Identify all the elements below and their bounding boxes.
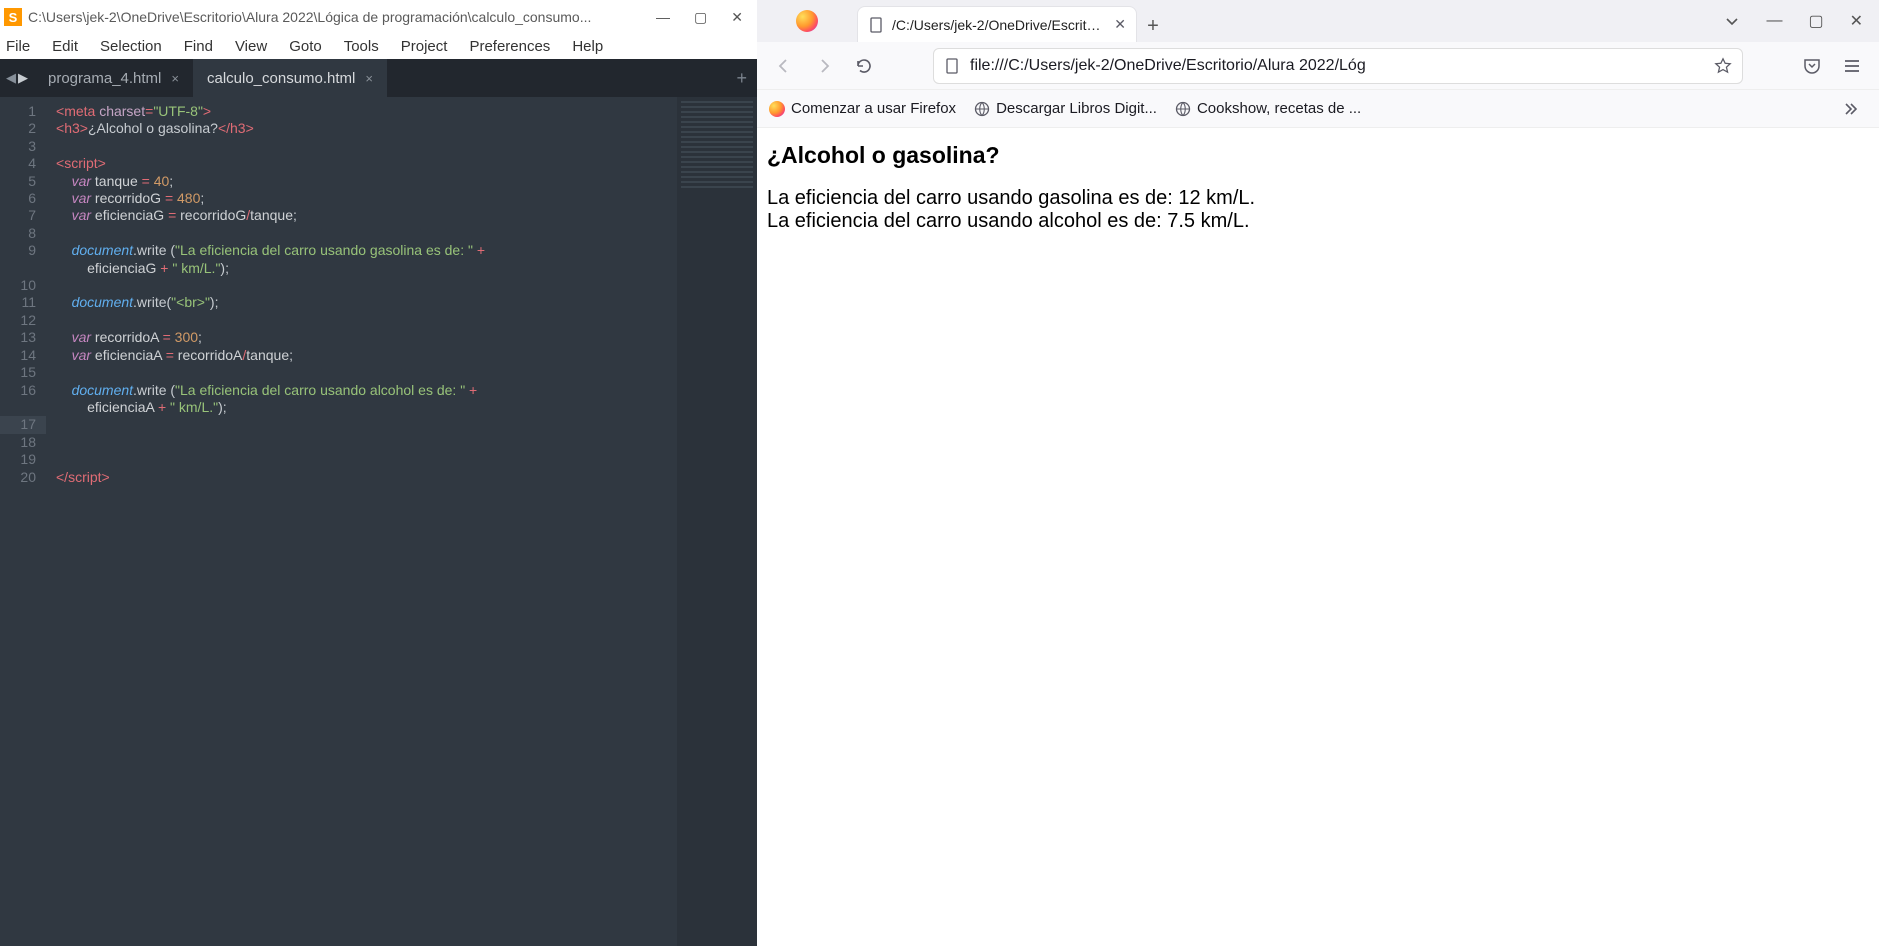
close-icon[interactable]: ✕ [731,9,743,26]
code-content[interactable]: <meta charset="UTF-8"><h3>¿Alcohol o gas… [46,97,677,946]
tab-title: /C:/Users/jek-2/OneDrive/Escritorio [892,17,1106,33]
page-heading: ¿Alcohol o gasolina? [767,142,1869,169]
firefox-tabstrip: /C:/Users/jek-2/OneDrive/Escritorio ✕ + … [757,0,1879,42]
new-tab-button[interactable]: + [1137,10,1169,42]
back-button[interactable] [767,49,801,83]
tab-close-icon[interactable]: ✕ [1114,16,1126,33]
bookmark-star-icon[interactable] [1714,57,1732,75]
firefox-logo-icon [796,10,818,32]
bookmark-label: Descargar Libros Digit... [996,100,1157,117]
reload-button[interactable] [847,49,881,83]
bookmark-item[interactable]: Descargar Libros Digit... [974,100,1157,117]
maximize-icon[interactable]: ▢ [1808,11,1823,31]
menu-item[interactable]: Selection [100,38,162,55]
tab-close-icon[interactable]: × [365,71,373,86]
forward-button[interactable] [807,49,841,83]
file-icon [868,17,884,33]
menu-item[interactable]: Edit [52,38,78,55]
menu-item[interactable]: Project [401,38,448,55]
browser-tab[interactable]: /C:/Users/jek-2/OneDrive/Escritorio ✕ [857,6,1137,42]
editor-tab[interactable]: programa_4.html × [34,59,193,97]
sublime-menu-bar: File Edit Selection Find View Goto Tools Projec… [0,34,757,59]
close-icon[interactable]: ✕ [1850,11,1863,31]
line-gutter: 123456789 10111213141516 17181920 [0,97,46,946]
new-tab-button[interactable]: + [726,68,757,89]
bookmark-label: Comenzar a usar Firefox [791,100,956,117]
bookmark-item[interactable]: Cookshow, recetas de ... [1175,100,1361,117]
tab-close-icon[interactable]: × [171,71,179,86]
sublime-titlebar: S C:\Users\jek-2\OneDrive\Escritorio\Alu… [0,0,757,34]
pocket-button[interactable] [1795,49,1829,83]
sublime-logo-icon: S [4,8,22,26]
bookmarks-bar: Comenzar a usar Firefox Descargar Libros… [757,90,1879,128]
minimap[interactable] [677,97,757,946]
globe-icon [974,101,990,117]
file-icon [944,58,960,74]
menu-item[interactable]: File [6,38,30,55]
menu-item[interactable]: Preferences [469,38,550,55]
sublime-title-path: C:\Users\jek-2\OneDrive\Escritorio\Alura… [28,9,650,25]
tab-nav-arrows[interactable]: ◀▶ [0,70,34,86]
window-controls: — ▢ ✕ [656,9,753,26]
firefox-toolbar: file:///C:/Users/jek-2/OneDrive/Escritor… [757,42,1879,90]
editor-tab[interactable]: calculo_consumo.html × [193,59,387,97]
tab-label: calculo_consumo.html [207,70,355,87]
page-content: ¿Alcohol o gasolina? La eficiencia del c… [757,128,1879,946]
bookmarks-overflow-icon[interactable] [1833,92,1867,126]
menu-item[interactable]: View [235,38,267,55]
menu-item[interactable]: Find [184,38,213,55]
menu-item[interactable]: Help [572,38,603,55]
menu-item[interactable]: Tools [344,38,379,55]
url-text: file:///C:/Users/jek-2/OneDrive/Escritor… [970,57,1704,75]
editor-area[interactable]: 123456789 10111213141516 17181920 <meta … [0,97,757,946]
minimize-icon[interactable]: — [656,9,670,26]
tab-label: programa_4.html [48,70,161,87]
firefox-window: /C:/Users/jek-2/OneDrive/Escritorio ✕ + … [757,0,1879,946]
firefox-icon [769,101,785,117]
sublime-tab-bar: ◀▶ programa_4.html × calculo_consumo.html ×… [0,59,757,97]
menu-button[interactable] [1835,49,1869,83]
maximize-icon[interactable]: ▢ [694,9,707,26]
minimize-icon[interactable]: — [1766,12,1782,30]
globe-icon [1175,101,1191,117]
menu-item[interactable]: Goto [289,38,322,55]
output-line: La eficiencia del carro usando alcohol e… [767,210,1869,233]
url-bar[interactable]: file:///C:/Users/jek-2/OneDrive/Escritor… [933,48,1743,84]
bookmark-item[interactable]: Comenzar a usar Firefox [769,100,956,117]
sublime-window: S C:\Users\jek-2\OneDrive\Escritorio\Alu… [0,0,757,946]
tabs-dropdown-icon[interactable] [1724,13,1740,29]
output-line: La eficiencia del carro usando gasolina … [767,187,1869,210]
bookmark-label: Cookshow, recetas de ... [1197,100,1361,117]
